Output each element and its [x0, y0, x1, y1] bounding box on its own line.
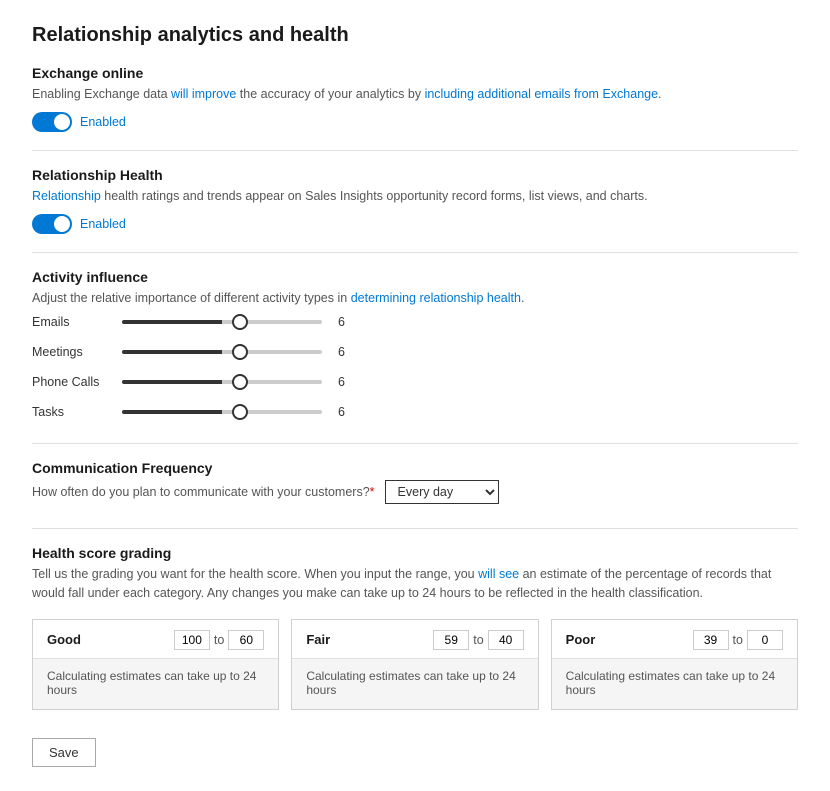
comm-desc-label: How often do you plan to communicate wit… — [32, 485, 370, 499]
exchange-online-toggle-row: Enabled — [32, 112, 798, 132]
exchange-online-description: Enabling Exchange data will improve the … — [32, 85, 798, 104]
fair-to-input[interactable] — [488, 630, 524, 650]
slider-tasks[interactable] — [122, 410, 322, 414]
slider-label-meetings: Meetings — [32, 345, 122, 359]
health-card-fair-range: to — [433, 630, 523, 650]
relationship-health-title: Relationship Health — [32, 167, 798, 183]
exchange-online-section: Exchange online Enabling Exchange data w… — [32, 65, 798, 132]
health-card-fair: Fair to Calculating estimates can take u… — [291, 619, 538, 710]
will-improve-link: will improve — [171, 87, 236, 101]
health-score-grading-section: Health score grading Tell us the grading… — [32, 545, 798, 710]
health-score-grading-title: Health score grading — [32, 545, 798, 561]
divider-1 — [32, 150, 798, 151]
health-card-fair-body-text: Calculating estimates can take up to 24 … — [306, 669, 515, 697]
good-to-input[interactable] — [228, 630, 264, 650]
including-emails-link: including additional emails from Exchang… — [425, 87, 658, 101]
health-card-good-header: Good to — [33, 620, 278, 659]
slider-meetings[interactable] — [122, 350, 322, 354]
fair-from-input[interactable] — [433, 630, 469, 650]
health-card-good-body: Calculating estimates can take up to 24 … — [33, 659, 278, 709]
health-card-fair-header: Fair to — [292, 620, 537, 659]
page-title: Relationship analytics and health — [32, 24, 798, 47]
slider-value-phone-calls: 6 — [338, 375, 358, 389]
activity-influence-section: Activity influence Adjust the relative i… — [32, 269, 798, 420]
health-card-good-range: to — [174, 630, 264, 650]
health-cards-container: Good to Calculating estimates can take u… — [32, 619, 798, 710]
health-card-poor-body: Calculating estimates can take up to 24 … — [552, 659, 797, 709]
slider-label-emails: Emails — [32, 315, 122, 329]
required-marker: * — [370, 485, 375, 499]
relationship-link: Relationship — [32, 189, 101, 203]
activity-influence-description: Adjust the relative importance of differ… — [32, 289, 798, 308]
health-card-fair-body: Calculating estimates can take up to 24 … — [292, 659, 537, 709]
slider-label-tasks: Tasks — [32, 405, 122, 419]
communication-frequency-title: Communication Frequency — [32, 460, 798, 476]
divider-3 — [32, 443, 798, 444]
slider-row-tasks: Tasks 6 — [32, 405, 798, 419]
save-button[interactable]: Save — [32, 738, 96, 767]
frequency-select[interactable]: Every day Every week Every month Every q… — [385, 480, 499, 504]
relationship-health-toggle-label: Enabled — [80, 217, 126, 231]
relationship-health-toggle[interactable] — [32, 214, 72, 234]
activity-influence-title: Activity influence — [32, 269, 798, 285]
determining-health-link: determining relationship health — [351, 291, 521, 305]
health-card-good: Good to Calculating estimates can take u… — [32, 619, 279, 710]
good-to-label: to — [214, 633, 224, 647]
slider-value-emails: 6 — [338, 315, 358, 329]
relationship-health-section: Relationship Health Relationship health … — [32, 167, 798, 234]
health-card-poor-header: Poor to — [552, 620, 797, 659]
slider-value-meetings: 6 — [338, 345, 358, 359]
exchange-online-toggle[interactable] — [32, 112, 72, 132]
comm-description-text: How often do you plan to communicate wit… — [32, 485, 375, 499]
exchange-online-toggle-label: Enabled — [80, 115, 126, 129]
slider-label-phone-calls: Phone Calls — [32, 375, 122, 389]
slider-row-emails: Emails 6 — [32, 315, 798, 329]
relationship-health-toggle-row: Enabled — [32, 214, 798, 234]
will-see-link: will see — [478, 567, 519, 581]
communication-frequency-row: How often do you plan to communicate wit… — [32, 480, 798, 504]
health-card-poor-body-text: Calculating estimates can take up to 24 … — [566, 669, 775, 697]
health-card-poor: Poor to Calculating estimates can take u… — [551, 619, 798, 710]
health-card-poor-range: to — [693, 630, 783, 650]
poor-from-input[interactable] — [693, 630, 729, 650]
fair-to-label: to — [473, 633, 483, 647]
exchange-online-title: Exchange online — [32, 65, 798, 81]
slider-phone-calls[interactable] — [122, 380, 322, 384]
poor-to-label: to — [733, 633, 743, 647]
health-card-fair-title: Fair — [306, 632, 330, 647]
divider-2 — [32, 252, 798, 253]
slider-row-phone-calls: Phone Calls 6 — [32, 375, 798, 389]
health-card-good-body-text: Calculating estimates can take up to 24 … — [47, 669, 256, 697]
health-card-good-title: Good — [47, 632, 81, 647]
health-card-poor-title: Poor — [566, 632, 596, 647]
relationship-health-description: Relationship health ratings and trends a… — [32, 187, 798, 206]
communication-frequency-section: Communication Frequency How often do you… — [32, 460, 798, 504]
divider-4 — [32, 528, 798, 529]
slider-value-tasks: 6 — [338, 405, 358, 419]
slider-emails[interactable] — [122, 320, 322, 324]
poor-to-input[interactable] — [747, 630, 783, 650]
slider-row-meetings: Meetings 6 — [32, 345, 798, 359]
good-from-input[interactable] — [174, 630, 210, 650]
health-score-grading-description: Tell us the grading you want for the hea… — [32, 565, 798, 603]
